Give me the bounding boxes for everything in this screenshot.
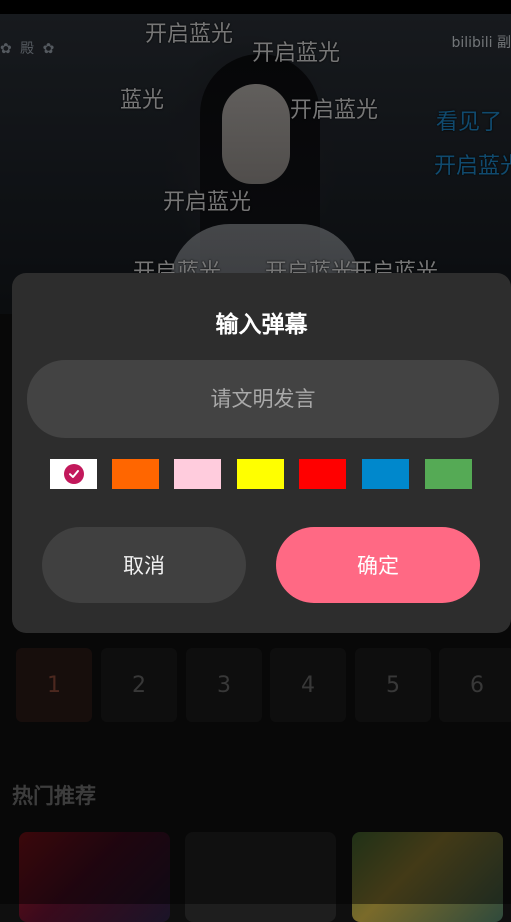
color-swatch-white[interactable]: [50, 459, 97, 489]
confirm-button[interactable]: 确定: [276, 527, 480, 603]
check-icon: [63, 464, 84, 484]
danmaku-dialog: 输入弹幕 取消 确定: [12, 273, 511, 633]
danmaku-input[interactable]: [27, 360, 499, 438]
color-swatch-pink[interactable]: [174, 459, 221, 489]
color-swatch-red[interactable]: [299, 459, 346, 489]
color-swatch-green[interactable]: [425, 459, 472, 489]
color-swatch-orange[interactable]: [112, 459, 159, 489]
color-swatch-yellow[interactable]: [237, 459, 284, 489]
dialog-title: 输入弹幕: [215, 312, 308, 338]
color-swatch-blue[interactable]: [362, 459, 409, 489]
cancel-button[interactable]: 取消: [42, 527, 246, 603]
